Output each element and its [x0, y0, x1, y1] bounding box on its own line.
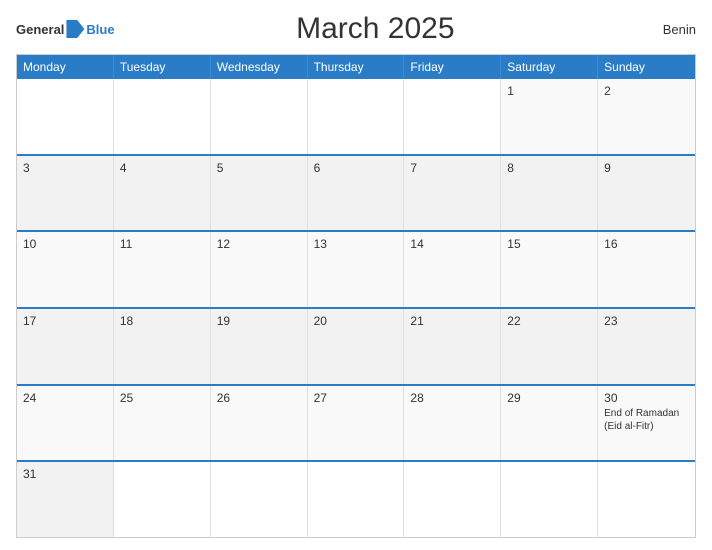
page-header: General Blue March 2025 Benin: [16, 12, 696, 46]
day-number: 7: [410, 161, 494, 175]
cal-cell-20-r3c3: 20: [308, 309, 405, 384]
cal-cell-empty-r5c6: [598, 462, 695, 537]
day-number: 13: [314, 237, 398, 251]
cal-cell-empty-r0c0: [17, 79, 114, 154]
cal-cell-empty-r0c3: [308, 79, 405, 154]
cal-cell-5-r1c2: 5: [211, 156, 308, 231]
day-number: 17: [23, 314, 107, 328]
cal-cell-2-r0c6: 2: [598, 79, 695, 154]
event-label: End of Ramadan (Eid al-Fitr): [604, 407, 689, 433]
cal-cell-28-r4c4: 28: [404, 386, 501, 461]
cal-cell-21-r3c4: 21: [404, 309, 501, 384]
cal-cell-11-r2c1: 11: [114, 232, 211, 307]
cal-cell-24-r4c0: 24: [17, 386, 114, 461]
cal-cell-10-r2c0: 10: [17, 232, 114, 307]
day-number: 18: [120, 314, 204, 328]
day-number: 10: [23, 237, 107, 251]
cal-cell-13-r2c3: 13: [308, 232, 405, 307]
cal-cell-empty-r0c4: [404, 79, 501, 154]
cal-cell-4-r1c1: 4: [114, 156, 211, 231]
day-number: 25: [120, 391, 204, 405]
cal-cell-empty-r5c3: [308, 462, 405, 537]
day-number: 28: [410, 391, 494, 405]
day-number: 11: [120, 237, 204, 251]
header-day-saturday: Saturday: [501, 55, 598, 79]
day-number: 15: [507, 237, 591, 251]
cal-cell-23-r3c6: 23: [598, 309, 695, 384]
cal-cell-empty-r0c2: [211, 79, 308, 154]
calendar-row-5: 24 25 26 27 28 29 30 End of Ramadan (Eid al-Fit…: [17, 384, 695, 461]
logo: General Blue: [16, 20, 115, 38]
day-number: 26: [217, 391, 301, 405]
calendar-page: General Blue March 2025 Benin MondayTues…: [0, 0, 712, 550]
day-number: 3: [23, 161, 107, 175]
day-number: 9: [604, 161, 689, 175]
cal-cell-27-r4c3: 27: [308, 386, 405, 461]
cal-cell-22-r3c5: 22: [501, 309, 598, 384]
logo-icon: [66, 20, 84, 38]
day-number: 29: [507, 391, 591, 405]
calendar-row-4: 17 18 19 20 21 22 23: [17, 307, 695, 384]
calendar-row-6: 31: [17, 460, 695, 537]
day-number: 14: [410, 237, 494, 251]
day-number: 19: [217, 314, 301, 328]
header-day-sunday: Sunday: [598, 55, 695, 79]
calendar-row-1: 12: [17, 79, 695, 154]
day-number: 2: [604, 84, 689, 98]
cal-cell-1-r0c5: 1: [501, 79, 598, 154]
cal-cell-6-r1c3: 6: [308, 156, 405, 231]
day-number: 16: [604, 237, 689, 251]
cal-cell-31-r5c0: 31: [17, 462, 114, 537]
cal-cell-empty-r0c1: [114, 79, 211, 154]
day-number: 24: [23, 391, 107, 405]
page-title: March 2025: [115, 12, 636, 46]
cal-cell-18-r3c1: 18: [114, 309, 211, 384]
day-number: 4: [120, 161, 204, 175]
day-number: 5: [217, 161, 301, 175]
cal-cell-14-r2c4: 14: [404, 232, 501, 307]
cal-cell-8-r1c5: 8: [501, 156, 598, 231]
day-number: 30: [604, 391, 689, 405]
cal-cell-19-r3c2: 19: [211, 309, 308, 384]
cal-cell-7-r1c4: 7: [404, 156, 501, 231]
cal-cell-30-r4c6: 30 End of Ramadan (Eid al-Fitr): [598, 386, 695, 461]
cal-cell-9-r1c6: 9: [598, 156, 695, 231]
calendar-row-3: 10 11 12 13 14 15 16: [17, 230, 695, 307]
header-day-wednesday: Wednesday: [211, 55, 308, 79]
cal-cell-12-r2c2: 12: [211, 232, 308, 307]
cal-cell-26-r4c2: 26: [211, 386, 308, 461]
day-number: 23: [604, 314, 689, 328]
cal-cell-16-r2c6: 16: [598, 232, 695, 307]
day-number: 8: [507, 161, 591, 175]
cal-cell-3-r1c0: 3: [17, 156, 114, 231]
cal-cell-15-r2c5: 15: [501, 232, 598, 307]
calendar-body: 1234567891011121314151617181920212223242…: [17, 79, 695, 537]
day-number: 20: [314, 314, 398, 328]
logo-blue-text: Blue: [86, 22, 114, 37]
cal-cell-empty-r5c1: [114, 462, 211, 537]
calendar-header: MondayTuesdayWednesdayThursdayFridaySatu…: [17, 55, 695, 79]
header-day-thursday: Thursday: [308, 55, 405, 79]
calendar-row-2: 3456789: [17, 154, 695, 231]
cal-cell-25-r4c1: 25: [114, 386, 211, 461]
logo-general-text: General: [16, 22, 64, 37]
cal-cell-empty-r5c2: [211, 462, 308, 537]
calendar-grid: MondayTuesdayWednesdayThursdayFridaySatu…: [16, 54, 696, 538]
country-label: Benin: [636, 22, 696, 37]
day-number: 21: [410, 314, 494, 328]
cal-cell-empty-r5c4: [404, 462, 501, 537]
cal-cell-17-r3c0: 17: [17, 309, 114, 384]
day-number: 12: [217, 237, 301, 251]
cal-cell-29-r4c5: 29: [501, 386, 598, 461]
header-day-tuesday: Tuesday: [114, 55, 211, 79]
header-day-friday: Friday: [404, 55, 501, 79]
day-number: 31: [23, 467, 107, 481]
day-number: 6: [314, 161, 398, 175]
header-day-monday: Monday: [17, 55, 114, 79]
day-number: 22: [507, 314, 591, 328]
cal-cell-empty-r5c5: [501, 462, 598, 537]
day-number: 1: [507, 84, 591, 98]
day-number: 27: [314, 391, 398, 405]
